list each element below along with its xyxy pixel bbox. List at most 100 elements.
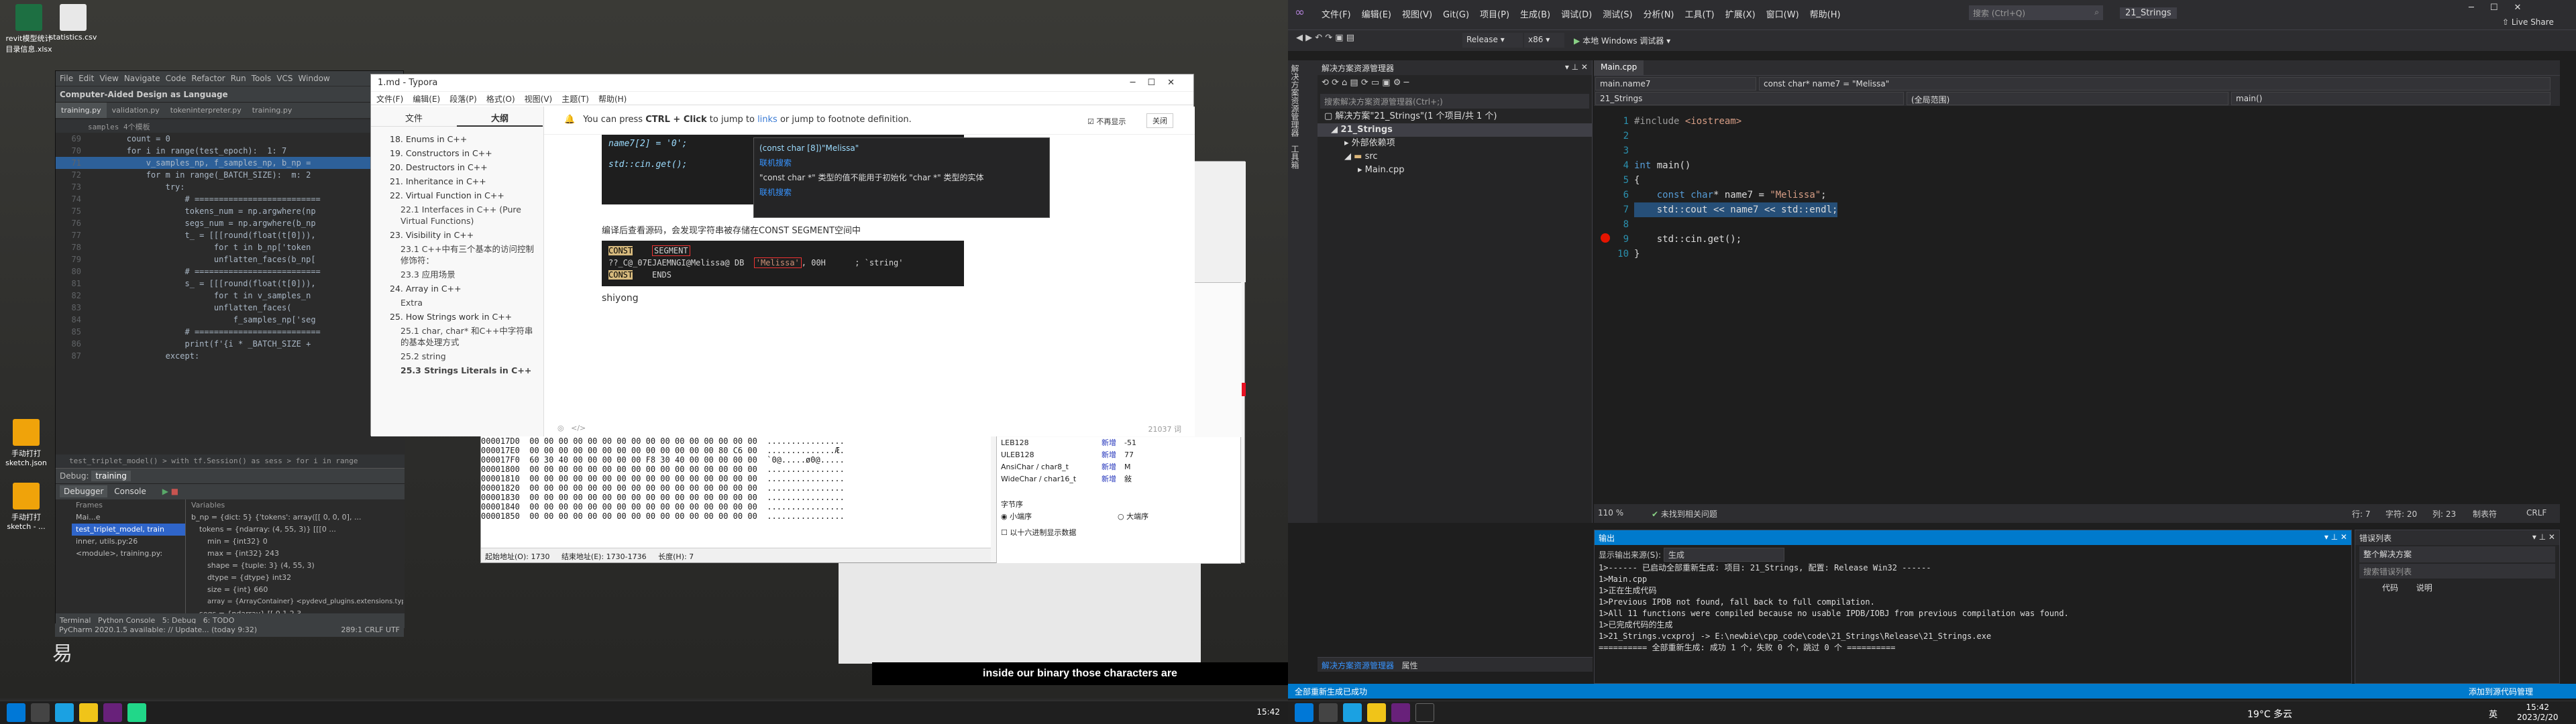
tab-properties[interactable]: 属性 bbox=[1401, 661, 1417, 670]
tab-training-2[interactable]: training.py bbox=[247, 103, 298, 118]
issues-indicator[interactable]: ✔ 未找到相关问题 bbox=[1652, 508, 1717, 520]
outline-item[interactable]: Extra bbox=[371, 296, 543, 310]
source-mode-icon[interactable]: </> bbox=[571, 424, 586, 432]
desktop-icon-csv[interactable]: statistics.csv bbox=[48, 4, 98, 42]
hex-row[interactable]: 000017E0 00 00 00 00 00 00 00 00 00 00 0… bbox=[481, 446, 991, 455]
big-endian-radio[interactable]: ○ 大端序 bbox=[1118, 511, 1148, 522]
window-controls[interactable]: ─☐✕ bbox=[1130, 78, 1187, 88]
tree-project[interactable]: ◢ 21_Strings bbox=[1318, 123, 1592, 137]
outline-item[interactable]: 23.3 应用场景 bbox=[371, 267, 543, 282]
var-row[interactable]: max = {int32} 243 bbox=[191, 548, 403, 560]
vs-menu-item[interactable]: 视图(V) bbox=[1402, 7, 1432, 20]
outline-item[interactable]: 22. Virtual Function in C++ bbox=[371, 188, 543, 202]
error-list-controls[interactable]: ▾ ⊥ ✕ bbox=[2532, 532, 2555, 542]
status-eol[interactable]: CRLF bbox=[2526, 508, 2546, 518]
vs-menu-item[interactable]: 窗口(W) bbox=[1766, 7, 1799, 20]
tab-console[interactable]: Console bbox=[110, 485, 150, 497]
outline-item[interactable]: 23.1 C++中有三个基本的访问控制修饰符： bbox=[371, 242, 543, 267]
menu-theme[interactable]: 主题(T) bbox=[561, 95, 589, 104]
hex-row[interactable]: 00001810 00 00 00 00 00 00 00 00 00 00 0… bbox=[481, 474, 991, 483]
nav-project-dropdown[interactable]: 21_Strings bbox=[1595, 92, 1904, 105]
platform-dropdown[interactable]: x86 ▾ bbox=[1524, 33, 1564, 48]
tree-src[interactable]: ◢ ▬ src bbox=[1318, 150, 1592, 164]
hex-row[interactable]: 000017D0 00 00 00 00 00 00 00 00 00 00 0… bbox=[481, 436, 991, 446]
var-row[interactable]: size = {int} 660 bbox=[191, 584, 403, 596]
menu-help[interactable]: 帮助(H) bbox=[598, 95, 627, 104]
output-source-dropdown[interactable]: 生成 bbox=[1663, 548, 1784, 562]
error-search-input[interactable]: 搜索错误列表 bbox=[2359, 564, 2555, 579]
outline-item[interactable]: 23. Visibility in C++ bbox=[371, 228, 543, 242]
tab-files[interactable]: 文件 bbox=[371, 107, 457, 127]
var-row[interactable]: min = {int32} 0 bbox=[191, 536, 403, 548]
code-editor[interactable]: samples 4个模板 69 count = 0 70 for i in ran… bbox=[56, 119, 405, 468]
menu-window[interactable]: Window bbox=[299, 74, 330, 83]
breakpoint-icon[interactable] bbox=[1601, 233, 1610, 243]
nav-signature[interactable]: const char* name7 = "Melissa" bbox=[1759, 77, 2551, 90]
var-row[interactable]: array = {ArrayContainer} <pydevd_plugins… bbox=[191, 596, 403, 608]
menu-run[interactable]: Run bbox=[231, 74, 246, 83]
outline-item[interactable]: 22.1 Interfaces in C++ (Pure Virtual Fun… bbox=[371, 202, 543, 228]
start-icon[interactable] bbox=[1295, 703, 1313, 722]
desktop-icon-excel[interactable]: revit模型统计目录信息.xlsx bbox=[4, 4, 54, 54]
tree-external-deps[interactable]: ▸ 外部依赖项 bbox=[1318, 137, 1592, 150]
outline-item[interactable]: 25.3 Strings Literals in C++ bbox=[371, 363, 543, 377]
tab-debugger[interactable]: Debugger bbox=[60, 485, 108, 497]
dont-show-checkbox[interactable]: ☑ 不再显示 bbox=[1087, 116, 1126, 127]
live-share-button[interactable]: ⇧ Live Share bbox=[2502, 17, 2554, 27]
vs-menu-item[interactable]: 扩展(X) bbox=[1725, 7, 1756, 20]
debug-run-tab[interactable]: training bbox=[91, 471, 131, 481]
vs-icon[interactable] bbox=[1391, 703, 1410, 722]
menu-paragraph[interactable]: 段落(P) bbox=[449, 95, 477, 104]
menu-vcs[interactable]: VCS bbox=[276, 74, 292, 83]
hex-rows[interactable]: 000017D0 00 00 00 00 00 00 00 00 00 00 0… bbox=[481, 436, 991, 557]
menu-edit[interactable]: 编辑(E) bbox=[413, 95, 440, 104]
hex-row[interactable]: 00001830 00 00 00 00 00 00 00 00 00 00 0… bbox=[481, 493, 991, 502]
tooltip-search-link-2[interactable]: 联机搜索 bbox=[759, 185, 1044, 200]
desktop-icon-sketch2[interactable]: 手动打打sketch - ... bbox=[1, 483, 51, 531]
little-endian-radio[interactable]: ◉ 小端序 bbox=[1001, 511, 1032, 522]
menu-file[interactable]: File bbox=[60, 74, 73, 83]
outline-item[interactable]: 21. Inheritance in C++ bbox=[371, 174, 543, 188]
var-row[interactable]: dtype = {dtype} int32 bbox=[191, 572, 403, 584]
resume-icon[interactable]: ▶ bbox=[162, 487, 168, 496]
status-tabs[interactable]: 制表符 bbox=[2473, 508, 2497, 520]
frame-item-selected[interactable]: test_triplet_model, train bbox=[72, 524, 185, 536]
project-nav[interactable]: Computer-Aided Design as Language bbox=[56, 86, 403, 102]
notify-close-button[interactable]: 关闭 bbox=[1146, 113, 1173, 128]
var-row[interactable]: b_np = {dict: 5} {'tokens': array([[ 0, … bbox=[191, 511, 403, 524]
hex-row[interactable]: 00001820 00 00 00 00 00 00 00 00 00 00 0… bbox=[481, 483, 991, 493]
outline-item[interactable]: 25.2 string bbox=[371, 349, 543, 363]
hex-row[interactable]: 00001850 00 00 00 00 00 00 00 00 00 00 0… bbox=[481, 511, 991, 521]
menu-tools[interactable]: Tools bbox=[252, 74, 272, 83]
code-area[interactable]: 1 #include <iostream> 2 3 4 int main() 5 {6 con… bbox=[1594, 114, 2560, 496]
menu-view[interactable]: 视图(V) bbox=[525, 95, 553, 104]
outline-item[interactable]: 19. Constructors in C++ bbox=[371, 146, 543, 160]
outline-item[interactable]: 25. How Strings work in C++ bbox=[371, 310, 543, 324]
tab-outline[interactable]: 大纲 bbox=[457, 107, 543, 127]
ime-indicator[interactable]: 英 bbox=[2489, 707, 2498, 720]
outline-item[interactable]: 18. Enums in C++ bbox=[371, 132, 543, 146]
col-desc[interactable]: 说明 bbox=[2416, 583, 2432, 593]
vs-window-controls[interactable]: ─☐✕ bbox=[2469, 3, 2537, 13]
sol-toolbar[interactable]: ⟲ ⟳ ⌂ ▤ ⟳ ▭ ▣ ⚙ ─ bbox=[1318, 75, 1592, 93]
hex-row[interactable]: 00001800 00 00 00 00 00 00 00 00 00 00 0… bbox=[481, 465, 991, 474]
weather-widget[interactable]: 19°C 多云 bbox=[2247, 707, 2292, 721]
asm-code-block[interactable]: CONST SEGMENT ??_C@_07EJAEMNGI@Melissa@ … bbox=[602, 241, 964, 286]
side-tab-toolbox[interactable]: 工具箱 bbox=[1288, 141, 1302, 173]
nav-scope-dropdown[interactable]: (全局范围) bbox=[1907, 92, 2229, 105]
vs-toolbar-left-icons[interactable]: ◀ ▶ ↶ ↷ ▣ ▤ bbox=[1296, 33, 1354, 43]
tab-validation[interactable]: validation.py bbox=[107, 103, 165, 118]
zoom-level[interactable]: 110 % bbox=[1598, 508, 1623, 518]
menu-edit[interactable]: Edit bbox=[78, 74, 94, 83]
menu-file[interactable]: 文件(F) bbox=[376, 95, 403, 104]
menu-refactor[interactable]: Refactor bbox=[191, 74, 225, 83]
clock[interactable]: 15:42 2023/2/20 bbox=[2517, 703, 2559, 723]
add-source-control[interactable]: 添加到源代码管理 bbox=[2469, 686, 2533, 697]
nav-member-dropdown[interactable]: main.name7 bbox=[1595, 77, 1756, 90]
tree-main-cpp[interactable]: ▸ Main.cpp bbox=[1318, 164, 1592, 177]
tab-solution-explorer[interactable]: 解决方案资源管理器 bbox=[1322, 661, 1394, 670]
desktop-icon-sketch1[interactable]: 手动打打sketch.json bbox=[1, 419, 51, 467]
vs-menu-item[interactable]: 生成(B) bbox=[1520, 7, 1550, 20]
edge-icon[interactable] bbox=[55, 703, 74, 722]
side-tab-solution-explorer[interactable]: 解决方案资源管理器 bbox=[1288, 60, 1302, 141]
